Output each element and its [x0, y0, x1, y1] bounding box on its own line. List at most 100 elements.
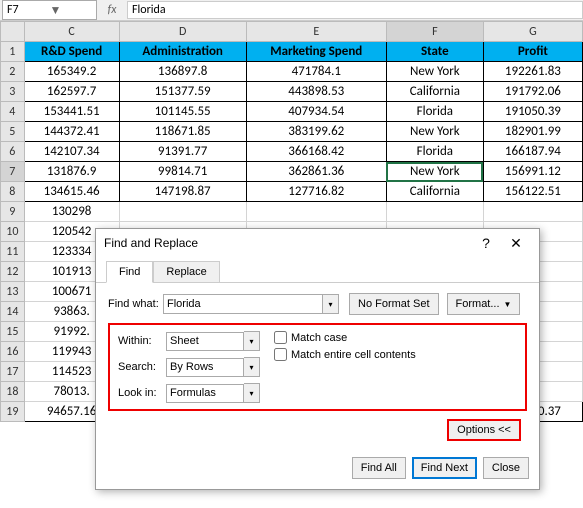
row-header-15[interactable]: 15 — [1, 322, 25, 342]
cell[interactable]: 91391.77 — [119, 142, 246, 162]
cell[interactable]: California — [386, 82, 483, 102]
match-case-label: Match case — [291, 332, 347, 344]
cell[interactable]: 383199.62 — [246, 122, 386, 142]
match-case-checkbox[interactable] — [274, 331, 287, 344]
cell[interactable]: New York — [386, 62, 483, 82]
fx-label[interactable]: fx — [97, 3, 127, 17]
col-header-E[interactable]: E — [246, 22, 386, 42]
cell[interactable]: 101145.55 — [119, 102, 246, 122]
cell[interactable]: New York — [386, 162, 483, 182]
row-header-11[interactable]: 11 — [1, 242, 25, 262]
within-label: Within: — [118, 335, 166, 347]
name-box[interactable]: F7 ▼ — [2, 0, 97, 20]
match-entire-label: Match entire cell contents — [291, 349, 416, 361]
cell[interactable]: 118671.85 — [119, 122, 246, 142]
row-header-7[interactable]: 7 — [1, 162, 25, 182]
row-header-6[interactable]: 6 — [1, 142, 25, 162]
formula-bar[interactable]: Florida — [127, 1, 583, 19]
chevron-down-icon[interactable]: ▾ — [244, 357, 260, 377]
find-what-input[interactable] — [163, 294, 323, 314]
cell[interactable]: 99814.71 — [119, 162, 246, 182]
col-header-C[interactable]: C — [24, 22, 119, 42]
name-box-value: F7 — [7, 3, 50, 17]
cell[interactable]: 131876.9 — [24, 162, 119, 182]
cell[interactable]: 182901.99 — [483, 122, 582, 142]
cell[interactable]: 162597.7 — [24, 82, 119, 102]
row-header-10[interactable]: 10 — [1, 222, 25, 242]
cell[interactable]: 156122.51 — [483, 182, 582, 202]
format-button[interactable]: Format...▼ — [447, 293, 521, 315]
cell[interactable]: 191792.06 — [483, 82, 582, 102]
cell[interactable] — [483, 202, 582, 222]
row-header-1[interactable]: 1 — [1, 42, 25, 62]
cell[interactable]: 165349.2 — [24, 62, 119, 82]
row-header-17[interactable]: 17 — [1, 362, 25, 382]
close-icon[interactable]: ✕ — [501, 232, 531, 254]
table-header[interactable]: Profit — [483, 42, 582, 62]
options-button[interactable]: Options << — [447, 419, 521, 441]
table-header[interactable]: State — [386, 42, 483, 62]
row-header-3[interactable]: 3 — [1, 82, 25, 102]
match-entire-checkbox[interactable] — [274, 348, 287, 361]
chevron-down-icon[interactable]: ▾ — [244, 383, 260, 403]
no-format-button[interactable]: No Format Set — [349, 293, 439, 315]
cell[interactable]: 192261.83 — [483, 62, 582, 82]
help-icon[interactable]: ? — [471, 232, 501, 254]
cell[interactable]: 366168.42 — [246, 142, 386, 162]
select-all-corner[interactable] — [1, 22, 25, 42]
row-header-12[interactable]: 12 — [1, 262, 25, 282]
cell[interactable]: 443898.53 — [246, 82, 386, 102]
cell[interactable]: 147198.87 — [119, 182, 246, 202]
cell[interactable] — [246, 202, 386, 222]
lookin-label: Look in: — [118, 387, 166, 399]
row-header-5[interactable]: 5 — [1, 122, 25, 142]
cell[interactable]: California — [386, 182, 483, 202]
row-header-4[interactable]: 4 — [1, 102, 25, 122]
row-header-2[interactable]: 2 — [1, 62, 25, 82]
cell[interactable]: 134615.46 — [24, 182, 119, 202]
col-header-G[interactable]: G — [483, 22, 582, 42]
tab-find[interactable]: Find — [106, 261, 153, 283]
cell[interactable]: 142107.34 — [24, 142, 119, 162]
find-replace-dialog: Find and Replace ? ✕ Find Replace Find w… — [95, 228, 540, 490]
cell[interactable]: New York — [386, 122, 483, 142]
lookin-select[interactable]: Formulas — [166, 384, 244, 403]
row-header-19[interactable]: 19 — [1, 402, 25, 422]
find-next-button[interactable]: Find Next — [412, 457, 477, 479]
chevron-down-icon[interactable]: ▾ — [244, 331, 260, 351]
cell[interactable]: 471784.1 — [246, 62, 386, 82]
search-select[interactable]: By Rows — [166, 358, 244, 377]
table-header[interactable]: R&D Spend — [24, 42, 119, 62]
cell[interactable]: 127716.82 — [246, 182, 386, 202]
chevron-down-icon[interactable]: ▾ — [323, 294, 339, 314]
table-header[interactable]: Administration — [119, 42, 246, 62]
cell[interactable]: Florida — [386, 142, 483, 162]
chevron-down-icon: ▼ — [504, 300, 512, 309]
within-select[interactable]: Sheet — [166, 332, 244, 351]
cell[interactable]: 151377.59 — [119, 82, 246, 102]
cell[interactable]: 156991.12 — [483, 162, 582, 182]
close-button[interactable]: Close — [483, 457, 529, 479]
row-header-9[interactable]: 9 — [1, 202, 25, 222]
cell[interactable]: 130298 — [24, 202, 119, 222]
col-header-D[interactable]: D — [119, 22, 246, 42]
cell[interactable]: 153441.51 — [24, 102, 119, 122]
col-header-F[interactable]: F — [386, 22, 483, 42]
cell[interactable]: 407934.54 — [246, 102, 386, 122]
row-header-13[interactable]: 13 — [1, 282, 25, 302]
find-all-button[interactable]: Find All — [352, 457, 406, 479]
tab-replace[interactable]: Replace — [153, 261, 219, 282]
cell[interactable]: Florida — [386, 102, 483, 122]
cell[interactable] — [386, 202, 483, 222]
row-header-18[interactable]: 18 — [1, 382, 25, 402]
row-header-16[interactable]: 16 — [1, 342, 25, 362]
row-header-14[interactable]: 14 — [1, 302, 25, 322]
row-header-8[interactable]: 8 — [1, 182, 25, 202]
cell[interactable]: 362861.36 — [246, 162, 386, 182]
cell[interactable]: 144372.41 — [24, 122, 119, 142]
cell[interactable]: 136897.8 — [119, 62, 246, 82]
table-header[interactable]: Marketing Spend — [246, 42, 386, 62]
cell[interactable]: 191050.39 — [483, 102, 582, 122]
cell[interactable]: 166187.94 — [483, 142, 582, 162]
cell[interactable] — [119, 202, 246, 222]
